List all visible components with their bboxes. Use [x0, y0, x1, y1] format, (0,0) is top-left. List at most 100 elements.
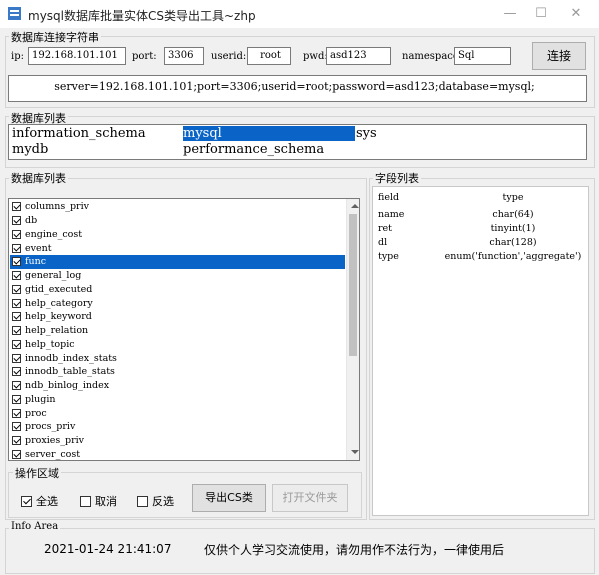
open-folder-button[interactable]: 打开文件夹: [272, 484, 348, 512]
field-name: name: [378, 208, 405, 220]
table-row[interactable]: innodb_index_stats: [10, 351, 345, 365]
checkbox-checked-icon[interactable]: [12, 257, 21, 267]
checkbox-checked-icon[interactable]: [12, 436, 21, 446]
table-row[interactable]: db: [10, 214, 345, 228]
ip-input[interactable]: 192.168.101.101: [28, 47, 126, 65]
port-input[interactable]: 3306: [164, 47, 204, 65]
checkbox-checked-icon[interactable]: [12, 216, 21, 226]
table-name: help_relation: [25, 325, 89, 337]
field-name: type: [378, 250, 399, 262]
checkbox-checked-icon[interactable]: [12, 367, 21, 377]
userid-input[interactable]: root: [247, 47, 291, 65]
table-list[interactable]: columns_priv db engine_costevent func genera…: [8, 198, 360, 461]
table-row[interactable]: general_log: [10, 269, 345, 283]
database-item[interactable]: sys: [356, 126, 377, 141]
table-name: proc: [25, 407, 47, 419]
table-row[interactable]: ndb_binlog_index: [10, 379, 345, 393]
select-all-checkbox[interactable]: 全选: [21, 493, 58, 509]
close-icon[interactable]: ✕: [561, 4, 591, 24]
tables-group-label: 数据库列表: [9, 170, 68, 186]
table-row[interactable]: func: [10, 255, 345, 269]
connection-string-field[interactable]: server=192.168.101.101;port=3306;userid=…: [8, 75, 587, 102]
table-row[interactable]: procs_priv: [10, 420, 345, 434]
table-row[interactable]: server_cost: [10, 448, 345, 461]
field-row[interactable]: name char(64): [373, 207, 588, 221]
fields-table[interactable]: field type name char(64) ret tinyint(1) dl ch…: [372, 186, 589, 516]
checkbox-checked-icon[interactable]: [12, 271, 21, 281]
scroll-down-icon[interactable]: [351, 450, 359, 454]
checkbox-checked-icon[interactable]: [12, 326, 21, 336]
checkbox-checked-icon[interactable]: [12, 339, 21, 349]
database-item[interactable]: mydb: [12, 142, 48, 157]
database-item-selected[interactable]: mysql: [183, 126, 355, 141]
table-row[interactable]: event: [10, 241, 345, 255]
table-row[interactable]: gtid_executed: [10, 283, 345, 297]
table-name: help_category: [25, 297, 93, 309]
field-type: char(128): [489, 236, 537, 248]
database-item[interactable]: performance_schema: [183, 142, 324, 157]
cancel-checkbox[interactable]: 取消: [80, 493, 117, 509]
export-button[interactable]: 导出CS类: [192, 484, 266, 512]
namespace-input[interactable]: Sql: [454, 47, 511, 65]
title-bar: mysql数据库批量实体CS类导出工具~zhp — ☐ ✕: [0, 0, 599, 28]
cancel-check-icon: [80, 495, 91, 507]
checkbox-checked-icon[interactable]: [12, 381, 21, 391]
table-row[interactable]: plugin: [10, 393, 345, 407]
field-row[interactable]: type enum('function','aggregate'): [373, 249, 588, 263]
checkbox-checked-icon[interactable]: [12, 284, 21, 294]
minimize-icon[interactable]: —: [495, 4, 525, 24]
database-item[interactable]: information_schema: [12, 126, 146, 141]
table-row[interactable]: help_category: [10, 296, 345, 310]
invert-checkbox[interactable]: 反选: [137, 493, 174, 509]
checkbox-checked-icon[interactable]: [12, 202, 21, 212]
table-row[interactable]: help_relation: [10, 324, 345, 338]
operations-group-label: 操作区域: [13, 465, 61, 481]
select-all-check-icon: [21, 495, 32, 507]
table-name: event: [25, 242, 52, 254]
checkbox-checked-icon[interactable]: [12, 298, 21, 308]
checkbox-checked-icon[interactable]: [12, 229, 21, 239]
table-name: help_keyword: [25, 311, 92, 323]
type-column-header[interactable]: type: [438, 192, 588, 203]
field-row[interactable]: dl char(128): [373, 235, 588, 249]
checkbox-checked-icon[interactable]: [12, 408, 21, 418]
checkbox-checked-icon[interactable]: [12, 394, 21, 404]
table-row[interactable]: help_topic: [10, 338, 345, 352]
fields-group-label: 字段列表: [373, 170, 421, 186]
table-row[interactable]: engine_cost: [10, 228, 345, 242]
cancel-label: 取消: [95, 495, 117, 508]
table-row[interactable]: proxies_priv: [10, 434, 345, 448]
pwd-input[interactable]: asd123: [326, 47, 391, 65]
ip-label: ip:: [11, 51, 24, 62]
checkbox-checked-icon[interactable]: [12, 449, 21, 459]
table-name: general_log: [25, 270, 82, 282]
table-name: engine_cost: [25, 228, 83, 240]
field-type: tinyint(1): [490, 222, 536, 234]
field-row[interactable]: ret tinyint(1): [373, 221, 588, 235]
table-name: ndb_binlog_index: [25, 380, 110, 392]
checkbox-checked-icon[interactable]: [12, 422, 21, 432]
fields-header: field type: [373, 187, 588, 207]
field-column-header[interactable]: field: [373, 192, 438, 203]
window-title: mysql数据库批量实体CS类导出工具~zhp: [28, 9, 256, 23]
scroll-thumb[interactable]: [349, 214, 357, 356]
invert-check-icon: [137, 495, 148, 507]
database-list[interactable]: information_schema mysql sys mydb perfor…: [8, 124, 587, 160]
table-name: gtid_executed: [25, 283, 93, 295]
table-name: server_cost: [25, 448, 81, 460]
table-name: innodb_index_stats: [25, 352, 117, 364]
checkbox-checked-icon[interactable]: [12, 353, 21, 363]
table-name: columns_priv: [25, 201, 89, 213]
maximize-icon[interactable]: ☐: [526, 4, 556, 24]
scroll-up-icon[interactable]: [351, 204, 359, 208]
connection-group-label: 数据库连接字符串: [9, 29, 101, 45]
checkbox-checked-icon[interactable]: [12, 243, 21, 253]
connect-button[interactable]: 连接: [532, 42, 586, 70]
table-row[interactable]: columns_priv: [10, 200, 345, 214]
table-row[interactable]: proc: [10, 406, 345, 420]
field-name: dl: [378, 236, 388, 248]
checkbox-checked-icon[interactable]: [12, 312, 21, 322]
table-row[interactable]: innodb_table_stats: [10, 365, 345, 379]
table-row[interactable]: help_keyword: [10, 310, 345, 324]
table-list-scrollbar[interactable]: [346, 199, 359, 460]
